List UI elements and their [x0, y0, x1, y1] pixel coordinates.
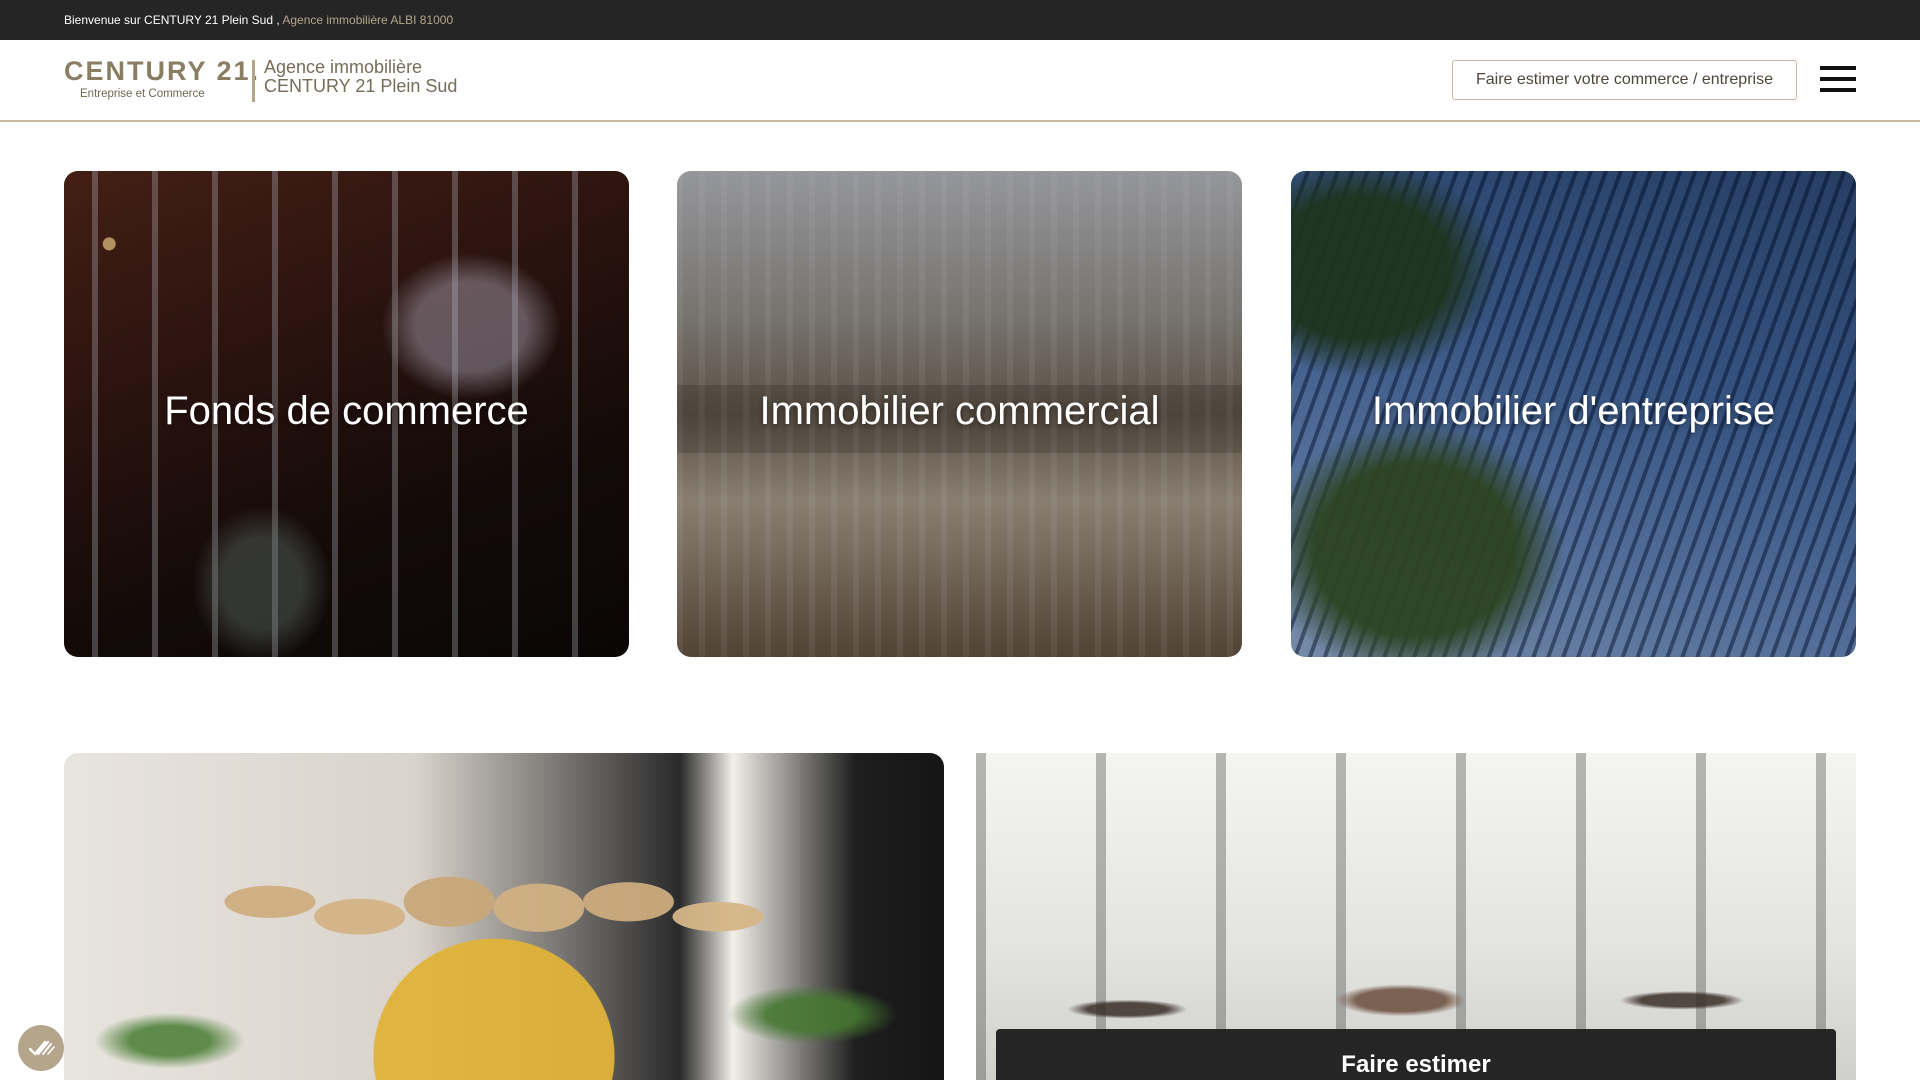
agency-line-2: CENTURY 21 Plein Sud — [264, 76, 458, 96]
cookie-consent-button[interactable] — [18, 1025, 64, 1071]
century21-logo[interactable]: CENTURY 21. Entreprise et Commerce — [64, 56, 258, 102]
category-card-fonds-de-commerce[interactable]: Fonds de commerce — [64, 171, 629, 657]
topbar-welcome: Bienvenue sur CENTURY 21 Plein Sud , Age… — [64, 13, 453, 27]
agency-name: Agence immobilière CENTURY 21 Plein Sud — [264, 58, 457, 96]
category-title: Immobilier d'entreprise — [1371, 389, 1776, 433]
hamburger-menu-icon[interactable] — [1820, 66, 1856, 94]
category-card-immobilier-entreprise[interactable]: Immobilier d'entreprise — [1291, 171, 1856, 657]
estimate-panel-title: Faire estimer — [1341, 1051, 1491, 1078]
category-title: Fonds de commerce — [164, 389, 529, 433]
menu-bar — [1820, 77, 1856, 81]
logo-wordmark: CENTURY 21. — [64, 56, 261, 86]
check-cookie-icon — [29, 1040, 55, 1056]
header-divider — [252, 60, 255, 102]
category-card-immobilier-commercial[interactable]: Immobilier commercial — [677, 171, 1242, 657]
site-header: CENTURY 21. Entreprise et Commerce Agenc… — [0, 40, 1920, 122]
welcome-text: Bienvenue sur CENTURY 21 Plein Sud , — [64, 13, 280, 27]
agency-line-1: Agence immobilière — [264, 57, 423, 77]
menu-bar — [1820, 66, 1856, 70]
estimate-business-button[interactable]: Faire estimer votre commerce / entrepris… — [1452, 60, 1797, 100]
top-bar: Bienvenue sur CENTURY 21 Plein Sud , Age… — [0, 0, 1920, 40]
estimate-panel[interactable]: Faire estimer — [996, 1029, 1836, 1080]
menu-bar — [1820, 88, 1856, 92]
team-members-image — [214, 783, 774, 1080]
agency-location-link[interactable]: Agence immobilière ALBI 81000 — [282, 13, 453, 27]
category-title: Immobilier commercial — [759, 389, 1160, 433]
team-photo — [64, 753, 944, 1080]
logo-subtitle: Entreprise et Commerce — [80, 88, 205, 100]
